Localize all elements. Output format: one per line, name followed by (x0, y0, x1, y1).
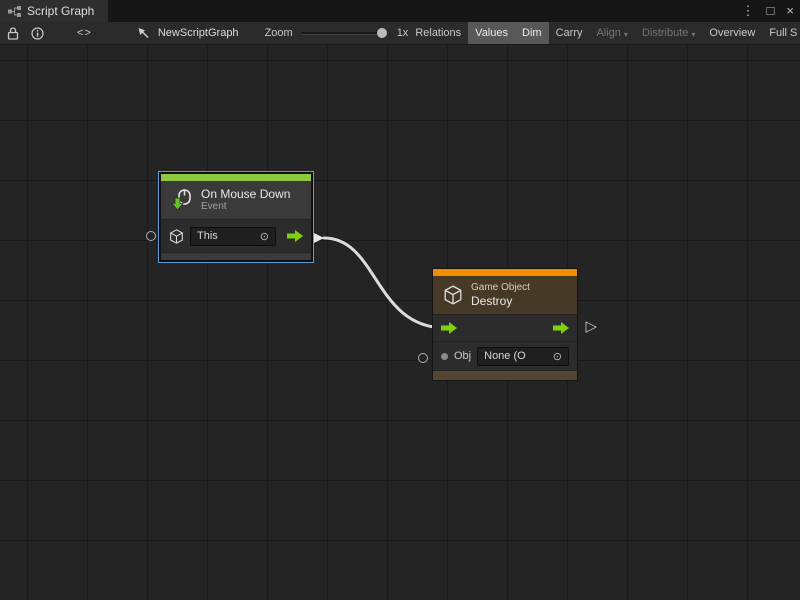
node-on-mouse-down[interactable]: On Mouse Down Event This ⊙ (160, 173, 312, 261)
tab-title: Script Graph (27, 4, 94, 18)
event-accent-strip (161, 174, 311, 181)
toolbar-button-group: Relations Values Dim Carry Align ▾ Distr… (408, 22, 800, 44)
window-menu-icon[interactable]: ⋮ (736, 0, 761, 22)
flow-continue-icon: ▷ (585, 319, 597, 334)
object-field-value: None (O (484, 350, 526, 362)
node-footer (161, 252, 311, 260)
node-port-row: This ⊙ (161, 219, 311, 252)
node-header: On Mouse Down Event (161, 181, 311, 219)
control-input-port[interactable] (441, 322, 457, 334)
fullscreen-button[interactable]: Full S (762, 22, 800, 44)
node-category: Game Object (471, 282, 530, 294)
node-title: Destroy (471, 294, 530, 308)
target-dropdown[interactable]: This ⊙ (190, 227, 276, 246)
mouse-down-icon (171, 189, 193, 211)
close-icon[interactable]: × (780, 0, 800, 22)
values-button[interactable]: Values (468, 22, 515, 44)
graph-canvas[interactable]: On Mouse Down Event This ⊙ (0, 44, 800, 600)
distribute-dropdown-button[interactable]: Distribute ▾ (635, 22, 702, 44)
node-subtitle: Event (201, 201, 290, 213)
maximize-icon[interactable]: □ (761, 0, 781, 22)
node-footer (433, 370, 577, 380)
info-icon[interactable] (27, 22, 47, 44)
zoom-slider-handle[interactable] (377, 28, 387, 38)
control-output-port[interactable] (553, 322, 569, 334)
value-input-port[interactable] (146, 231, 156, 241)
dim-button[interactable]: Dim (515, 22, 549, 44)
chevron-down-icon: ▾ (624, 30, 628, 39)
game-object-cube-icon (443, 285, 463, 305)
relations-button[interactable]: Relations (408, 22, 468, 44)
lock-icon[interactable] (3, 22, 23, 44)
tab-script-graph[interactable]: Script Graph (0, 0, 108, 22)
target-picker-icon[interactable]: ⊙ (260, 230, 269, 243)
script-graph-icon (8, 6, 21, 17)
target-value: This (197, 230, 218, 242)
graph-pointer-icon (134, 22, 154, 44)
game-object-cube-icon (169, 229, 184, 244)
value-dot-icon (441, 353, 448, 360)
control-flow-row (433, 314, 577, 341)
obj-input-port[interactable] (418, 353, 428, 363)
zoom-slider-track (301, 32, 385, 35)
carry-button[interactable]: Carry (549, 22, 590, 44)
align-dropdown-button[interactable]: Align ▾ (589, 22, 634, 44)
node-destroy[interactable]: Game Object Destroy Obj None (O ⊙ ▷ (432, 268, 578, 381)
zoom-label: Zoom (265, 27, 293, 39)
zoom-slider[interactable] (301, 22, 393, 44)
param-label: Obj (454, 350, 471, 362)
window-tab-bar: Script Graph ⋮ □ × (0, 0, 800, 22)
window-controls: ⋮ □ × (736, 0, 800, 22)
graph-toolbar: <> NewScriptGraph Zoom 1x Relations Valu… (0, 22, 800, 45)
chevron-down-icon: ▾ (691, 30, 695, 39)
control-output-port[interactable] (287, 230, 303, 242)
zoom-value: 1x (397, 27, 409, 39)
obj-param-row: Obj None (O ⊙ (433, 341, 577, 370)
code-view-icon[interactable]: <> (77, 27, 92, 39)
object-field[interactable]: None (O ⊙ (477, 347, 569, 366)
destroy-accent-strip (433, 269, 577, 276)
overview-button[interactable]: Overview (702, 22, 762, 44)
node-title: On Mouse Down (201, 187, 290, 201)
graph-name-label[interactable]: NewScriptGraph (158, 27, 239, 39)
connection-wire (0, 44, 800, 600)
object-picker-icon[interactable]: ⊙ (553, 350, 562, 363)
node-header: Game Object Destroy (433, 276, 577, 314)
